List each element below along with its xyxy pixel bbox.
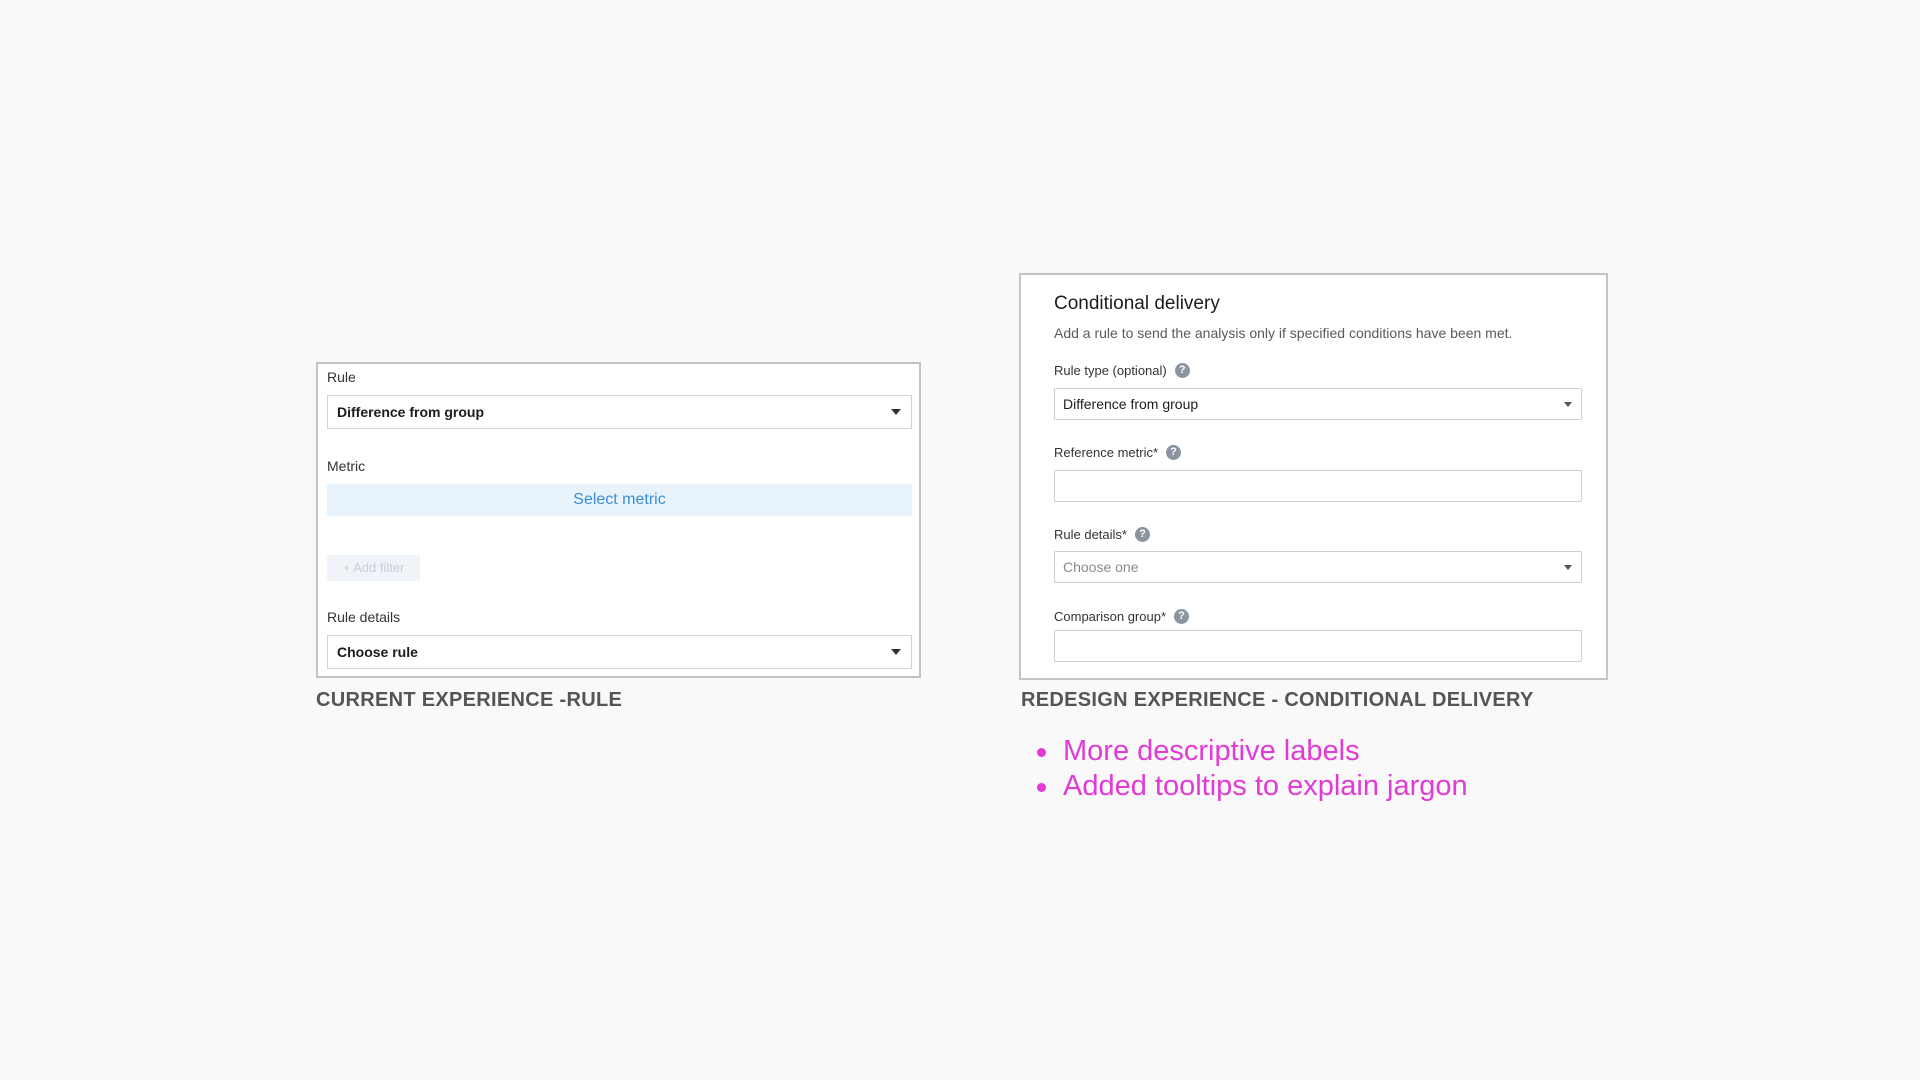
- comparison-group-input[interactable]: [1054, 630, 1582, 662]
- metric-label: Metric: [327, 458, 366, 474]
- conditional-delivery-panel: Conditional delivery Add a rule to send …: [1019, 273, 1608, 680]
- rule-details-select-value: Choose rule: [337, 644, 418, 660]
- rule-details-select[interactable]: Choose rule: [327, 635, 912, 669]
- help-icon[interactable]: ?: [1174, 609, 1190, 624]
- select-metric-button[interactable]: Select metric: [327, 484, 912, 516]
- reference-metric-label-text: Reference metric*: [1054, 445, 1159, 460]
- panel-title: Conditional delivery: [1054, 293, 1220, 314]
- chevron-down-icon: [1564, 565, 1572, 570]
- reference-metric-label: Reference metric* ?: [1054, 445, 1182, 460]
- current-rule-panel: Rule Difference from group Metric Select…: [316, 362, 921, 678]
- reference-metric-input[interactable]: [1054, 470, 1582, 502]
- help-icon[interactable]: ?: [1166, 445, 1182, 460]
- note-item: Added tooltips to explain jargon: [1036, 769, 1468, 804]
- comparison-group-label: Comparison group* ?: [1054, 609, 1190, 624]
- rule-details-label-text: Rule details*: [1054, 527, 1127, 542]
- redesign-experience-caption: REDESIGN EXPERIENCE - CONDITIONAL DELIVE…: [1021, 689, 1534, 711]
- add-filter-button[interactable]: + Add filter: [327, 555, 420, 581]
- chevron-down-icon: [1564, 402, 1572, 407]
- chevron-down-icon: [891, 649, 901, 655]
- design-notes-list: More descriptive labels Added tooltips t…: [1036, 734, 1468, 804]
- rule-type-label: Rule type (optional) ?: [1054, 363, 1190, 378]
- rule-label: Rule: [327, 369, 356, 385]
- note-item: More descriptive labels: [1036, 734, 1468, 769]
- rule-type-label-text: Rule type (optional): [1054, 363, 1167, 378]
- rule-type-select[interactable]: Difference from group: [1054, 388, 1582, 420]
- rule-details-label: Rule details* ?: [1054, 527, 1150, 542]
- rule-type-select-value: Difference from group: [1063, 396, 1199, 412]
- rule-details-label: Rule details: [327, 609, 401, 625]
- help-icon[interactable]: ?: [1135, 527, 1150, 542]
- rule-details-select[interactable]: Choose one: [1054, 551, 1582, 583]
- comparison-group-label-text: Comparison group*: [1054, 609, 1167, 624]
- rule-details-placeholder: Choose one: [1063, 559, 1139, 575]
- chevron-down-icon: [891, 409, 901, 415]
- panel-description: Add a rule to send the analysis only if …: [1054, 325, 1513, 341]
- rule-select[interactable]: Difference from group: [327, 395, 912, 429]
- help-icon[interactable]: ?: [1174, 363, 1190, 378]
- current-experience-caption: CURRENT EXPERIENCE -RULE: [316, 689, 623, 711]
- rule-select-value: Difference from group: [337, 404, 485, 420]
